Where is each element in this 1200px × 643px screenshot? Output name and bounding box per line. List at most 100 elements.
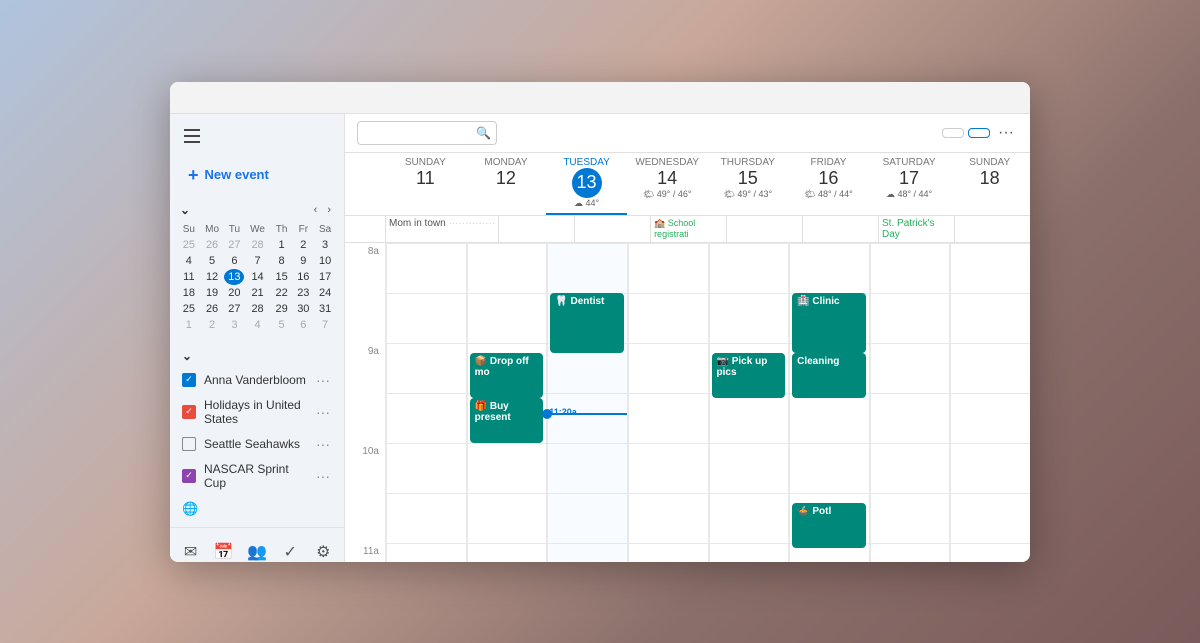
checkmark: ✓ bbox=[185, 374, 193, 385]
mini-cal-day-0-6[interactable]: 3 bbox=[314, 237, 336, 253]
allday-event-mom[interactable]: Mom in town ·············· bbox=[389, 218, 495, 229]
event-buy-present[interactable]: 🎁 Buy present bbox=[470, 398, 544, 443]
mini-cal-day-1-2[interactable]: 6 bbox=[224, 253, 244, 269]
time-cell-0-5 bbox=[386, 493, 466, 543]
search-input[interactable] bbox=[366, 126, 476, 140]
cal-more-3[interactable]: ··· bbox=[314, 468, 332, 484]
mini-cal-day-2-5[interactable]: 16 bbox=[292, 269, 314, 285]
close-btn[interactable] bbox=[990, 87, 1018, 107]
day-header-sun18: Sunday 18 bbox=[949, 153, 1030, 215]
nav-calendar-btn[interactable]: 📅 bbox=[208, 536, 240, 562]
mini-cal-day-1-1[interactable]: 5 bbox=[200, 253, 225, 269]
nav-settings-btn[interactable]: ⚙ bbox=[307, 536, 339, 562]
mini-cal-day-2-4[interactable]: 15 bbox=[271, 269, 293, 285]
time-cell-6-0 bbox=[870, 243, 950, 293]
mini-cal-prev-btn[interactable]: ‹ bbox=[311, 202, 321, 218]
mini-cal-day-4-2[interactable]: 27 bbox=[224, 301, 244, 317]
mini-cal-day-1-4[interactable]: 8 bbox=[271, 253, 293, 269]
mini-cal-day-4-3[interactable]: 28 bbox=[244, 301, 270, 317]
mini-cal-day-0-5[interactable]: 2 bbox=[292, 237, 314, 253]
mini-cal-day-4-5[interactable]: 30 bbox=[292, 301, 314, 317]
event-dentist[interactable]: 🦷 Dentist bbox=[550, 293, 624, 353]
mini-cal-day-0-1[interactable]: 26 bbox=[200, 237, 225, 253]
mini-cal-day-1-0[interactable]: 4 bbox=[178, 253, 200, 269]
time-cell-2-5 bbox=[547, 493, 627, 543]
mini-cal-day-1-3[interactable]: 7 bbox=[244, 253, 270, 269]
nav-mail-btn[interactable]: ✉ bbox=[175, 536, 207, 562]
mini-cal-day-3-1[interactable]: 19 bbox=[200, 285, 225, 301]
time-cell-6-5 bbox=[870, 493, 950, 543]
mini-cal-day-3-5[interactable]: 23 bbox=[292, 285, 314, 301]
mini-cal-day-5-6[interactable]: 7 bbox=[314, 317, 336, 333]
time-cell-3-2 bbox=[628, 343, 708, 393]
mini-cal-day-4-0[interactable]: 25 bbox=[178, 301, 200, 317]
event-pick-up-pics[interactable]: 📷 Pick up pics bbox=[712, 353, 786, 398]
mini-cal-expand-icon[interactable]: ⌄ bbox=[180, 203, 190, 217]
allday-event-school[interactable]: 🏫 School registrati bbox=[654, 218, 723, 239]
nav-tasks-btn[interactable]: ✓ bbox=[274, 536, 306, 562]
mini-cal-day-5-4[interactable]: 5 bbox=[271, 317, 293, 333]
mini-cal-day-5-0[interactable]: 1 bbox=[178, 317, 200, 333]
discover-calendars-btn[interactable]: 🌐 bbox=[180, 495, 334, 523]
mini-cal-day-3-3[interactable]: 21 bbox=[244, 285, 270, 301]
event-title: 📷 Pick up pics bbox=[717, 356, 781, 378]
mini-cal-day-5-1[interactable]: 2 bbox=[200, 317, 225, 333]
today-button[interactable] bbox=[942, 128, 964, 138]
mini-cal-day-1-6[interactable]: 10 bbox=[314, 253, 336, 269]
calendar-item-1[interactable]: ✓Holidays in United States··· bbox=[180, 393, 334, 431]
nav-people-btn[interactable]: 👥 bbox=[241, 536, 273, 562]
time-label-2: 9a bbox=[345, 343, 385, 393]
time-cell-3-5 bbox=[628, 493, 708, 543]
minimize-btn[interactable] bbox=[930, 87, 958, 107]
mini-cal-day-2-1[interactable]: 12 bbox=[200, 269, 225, 285]
calendars-header[interactable]: ⌄ bbox=[180, 345, 334, 367]
more-options-btn[interactable]: ··· bbox=[994, 120, 1018, 146]
mini-cal-day-3-6[interactable]: 24 bbox=[314, 285, 336, 301]
mini-cal-day-4-4[interactable]: 29 bbox=[271, 301, 293, 317]
event-clinic[interactable]: 🏥 Clinic bbox=[792, 293, 866, 353]
sidebar-top bbox=[170, 114, 344, 154]
cal-more-0[interactable]: ··· bbox=[314, 372, 332, 388]
mini-cal-day-2-2[interactable]: 13 bbox=[224, 269, 244, 285]
mini-cal-day-2-3[interactable]: 14 bbox=[244, 269, 270, 285]
search-box[interactable]: 🔍 bbox=[357, 121, 497, 145]
cal-checkbox-1: ✓ bbox=[182, 405, 196, 419]
hamburger-btn[interactable] bbox=[180, 122, 208, 150]
mini-cal-day-0-3[interactable]: 28 bbox=[244, 237, 270, 253]
mini-cal-day-3-2[interactable]: 20 bbox=[224, 285, 244, 301]
new-event-button[interactable]: + New event bbox=[180, 160, 334, 190]
week-button[interactable] bbox=[968, 128, 990, 138]
mini-cal-day-0-2[interactable]: 27 bbox=[224, 237, 244, 253]
event-drop-off-mo[interactable]: 📦 Drop off mo bbox=[470, 353, 544, 398]
mini-cal-day-2-6[interactable]: 17 bbox=[314, 269, 336, 285]
mini-cal-day-4-1[interactable]: 26 bbox=[200, 301, 225, 317]
cal-more-1[interactable]: ··· bbox=[314, 404, 332, 420]
event-potl[interactable]: 🍲 Potl bbox=[792, 503, 866, 548]
calendar-item-0[interactable]: ✓Anna Vanderbloom··· bbox=[180, 367, 334, 393]
cal-more-2[interactable]: ··· bbox=[314, 436, 332, 452]
mini-cal-day-5-3[interactable]: 4 bbox=[244, 317, 270, 333]
event-title: 📦 Drop off mo bbox=[475, 356, 539, 378]
calendar-item-3[interactable]: ✓NASCAR Sprint Cup··· bbox=[180, 457, 334, 495]
mini-cal-next-btn[interactable]: › bbox=[324, 202, 334, 218]
maximize-btn[interactable] bbox=[960, 87, 988, 107]
time-cell-3-4 bbox=[628, 443, 708, 493]
mini-cal-day-1-5[interactable]: 9 bbox=[292, 253, 314, 269]
mini-cal-day-2-0[interactable]: 11 bbox=[178, 269, 200, 285]
time-cell-5-0 bbox=[789, 243, 869, 293]
calendar-item-2[interactable]: Seattle Seahawks··· bbox=[180, 431, 334, 457]
mini-cal-day-4-6[interactable]: 31 bbox=[314, 301, 336, 317]
mini-cal-day-5-5[interactable]: 6 bbox=[292, 317, 314, 333]
allday-fri16 bbox=[802, 216, 878, 242]
event-cleaning[interactable]: Cleaning bbox=[792, 353, 866, 398]
window-controls bbox=[930, 87, 1018, 107]
mini-cal-day-0-4[interactable]: 1 bbox=[271, 237, 293, 253]
allday-event-stpat[interactable]: St. Patrick's Day bbox=[882, 218, 951, 240]
mini-cal-day-0-0[interactable]: 25 bbox=[178, 237, 200, 253]
mini-cal-day-3-0[interactable]: 18 bbox=[178, 285, 200, 301]
mini-cal-day-3-4[interactable]: 22 bbox=[271, 285, 293, 301]
mini-cal-day-5-2[interactable]: 3 bbox=[224, 317, 244, 333]
event-title: 🏥 Clinic bbox=[797, 296, 861, 307]
day-header-mon12: Monday 12 bbox=[466, 153, 547, 215]
allday-wed14: 🏫 School registrati bbox=[650, 216, 726, 242]
